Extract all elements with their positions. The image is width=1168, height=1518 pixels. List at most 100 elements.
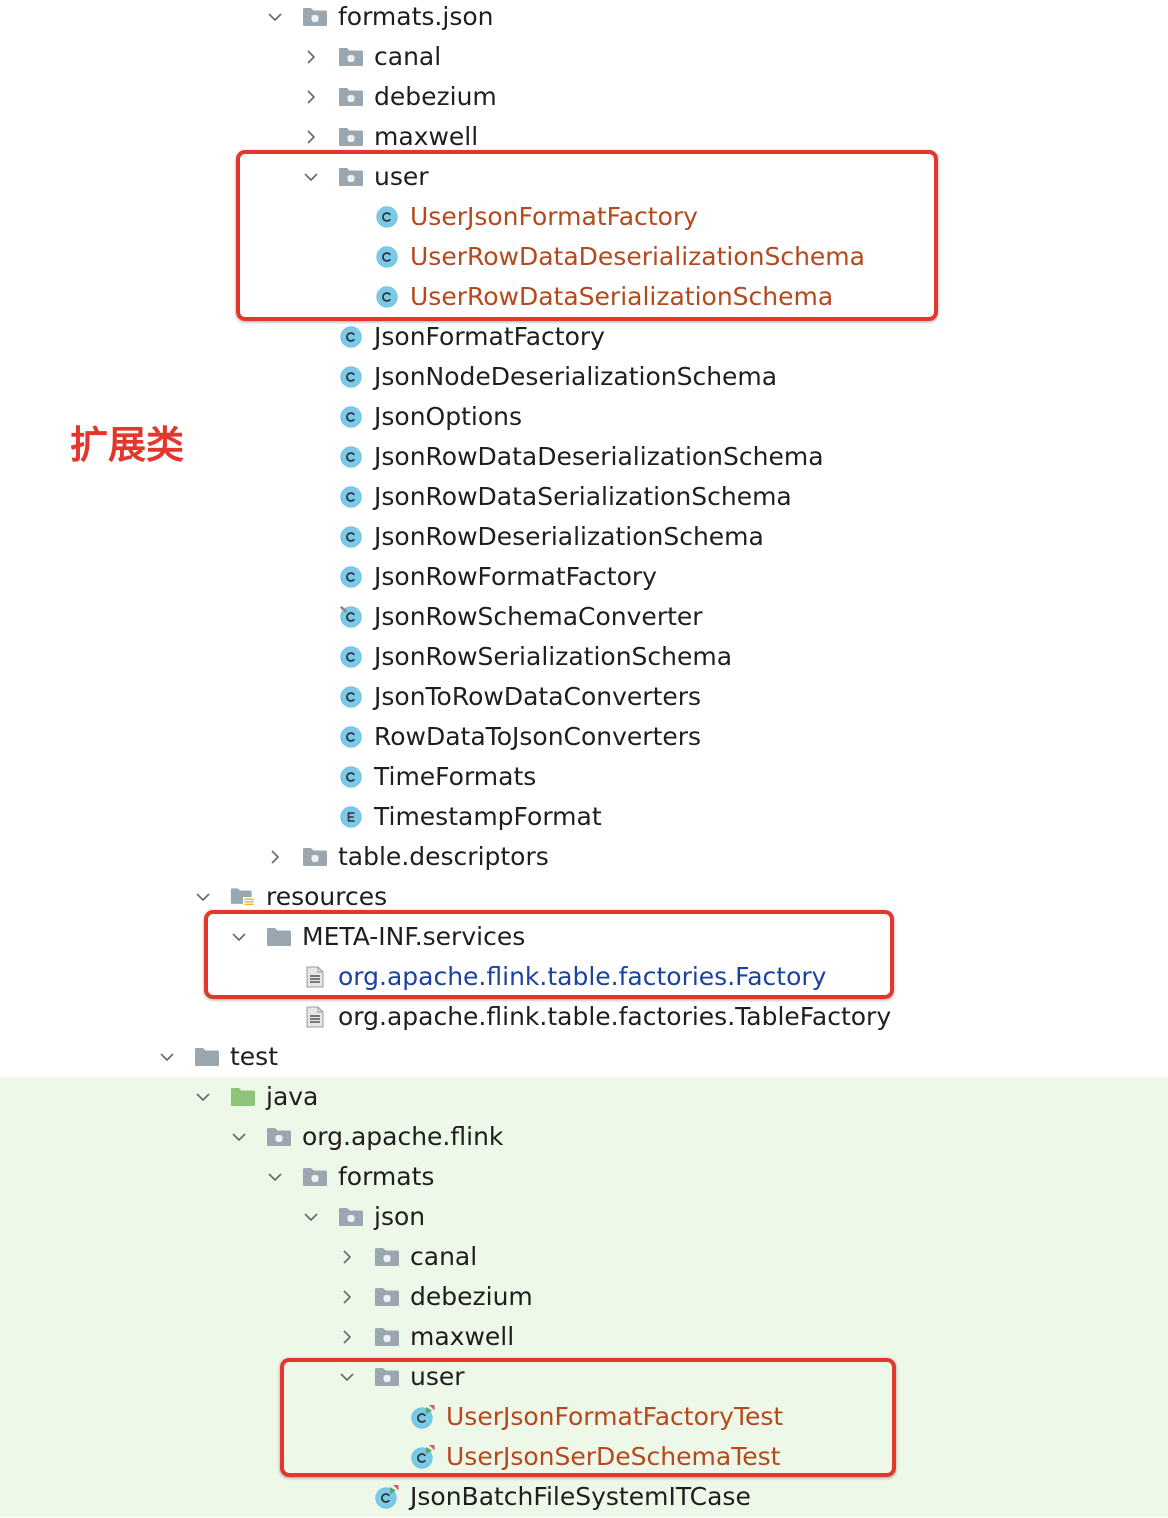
tree-item-label: JsonRowSchemaConverter [374, 602, 703, 631]
tree-item-label: TimestampFormat [374, 802, 602, 831]
annotation-label: 扩展类 [70, 423, 185, 467]
chevron-down-icon[interactable] [196, 1090, 210, 1104]
tree-row[interactable]: UserJsonFormatFactoryTest [0, 1397, 1168, 1437]
chevron-right-icon[interactable] [268, 850, 282, 864]
chevron-right-icon[interactable] [340, 1250, 354, 1264]
tree-item-label: user [410, 1362, 465, 1391]
tree-item-label: UserRowDataDeserializationSchema [410, 242, 865, 271]
package-folder-icon [374, 1317, 400, 1357]
tree-row[interactable]: java [0, 1077, 1168, 1117]
class-icon [338, 477, 364, 517]
package-folder-icon [374, 1277, 400, 1317]
package-folder-icon [338, 77, 364, 117]
tree-item-label: canal [410, 1242, 478, 1271]
tree-row[interactable]: test [0, 1037, 1168, 1077]
chevron-right-icon[interactable] [340, 1290, 354, 1304]
tree-row[interactable]: formats [0, 1157, 1168, 1197]
tree-item-label: JsonOptions [374, 402, 522, 431]
tree-item-label: json [374, 1202, 426, 1231]
tree-row[interactable]: TimeFormats [0, 757, 1168, 797]
tree-row[interactable]: UserRowDataDeserializationSchema [0, 237, 1168, 277]
source-folder-icon [230, 1077, 256, 1117]
tree-row[interactable]: maxwell [0, 1317, 1168, 1357]
chevron-right-icon[interactable] [304, 50, 318, 64]
tree-item-label: UserJsonFormatFactory [410, 202, 698, 231]
tree-row[interactable]: json [0, 1197, 1168, 1237]
chevron-down-icon[interactable] [268, 10, 282, 24]
chevron-down-icon[interactable] [160, 1050, 174, 1064]
tree-item-label: JsonRowDeserializationSchema [374, 522, 764, 551]
tree-row[interactable]: JsonNodeDeserializationSchema [0, 357, 1168, 397]
class-icon [338, 637, 364, 677]
chevron-right-icon[interactable] [340, 1330, 354, 1344]
project-tree-panel: formats.json canal debezium maxwell user User… [0, 0, 1168, 1518]
text-file-icon [302, 957, 328, 997]
chevron-down-icon[interactable] [232, 1130, 246, 1144]
tree-item-label: JsonToRowDataConverters [374, 682, 702, 711]
chevron-down-icon[interactable] [340, 1370, 354, 1384]
tree-row[interactable]: UserRowDataSerializationSchema [0, 277, 1168, 317]
package-folder-icon [374, 1357, 400, 1397]
resources-folder-icon [230, 877, 256, 917]
tree-item-label: JsonRowDataDeserializationSchema [374, 442, 824, 471]
tree-row[interactable]: canal [0, 37, 1168, 77]
chevron-right-icon[interactable] [304, 90, 318, 104]
class-icon [338, 437, 364, 477]
tree-row[interactable]: UserJsonSerDeSchemaTest [0, 1437, 1168, 1477]
text-file-icon [302, 997, 328, 1037]
tree-row[interactable]: TimestampFormat [0, 797, 1168, 837]
tree-row[interactable]: org.apache.flink.table.factories.TableFa… [0, 997, 1168, 1037]
class-marked-icon [338, 597, 364, 637]
package-folder-icon [374, 1237, 400, 1277]
tree-item-label: org.apache.flink.table.factories.Factory [338, 962, 827, 991]
tree-row[interactable]: META-INF.services [0, 917, 1168, 957]
tree-row[interactable]: table.descriptors [0, 837, 1168, 877]
chevron-down-icon[interactable] [304, 1210, 318, 1224]
class-icon [374, 197, 400, 237]
enum-icon [338, 797, 364, 837]
tree-item-label: resources [266, 882, 388, 911]
tree-row[interactable]: debezium [0, 77, 1168, 117]
tree-row[interactable]: JsonRowFormatFactory [0, 557, 1168, 597]
test-class-icon [374, 1477, 400, 1517]
tree-row[interactable]: JsonRowSchemaConverter [0, 597, 1168, 637]
tree-item-label: table.descriptors [338, 842, 549, 871]
tree-row[interactable]: canal [0, 1237, 1168, 1277]
chevron-down-icon[interactable] [304, 170, 318, 184]
class-icon [374, 237, 400, 277]
class-icon [338, 757, 364, 797]
tree-row[interactable]: user [0, 157, 1168, 197]
tree-item-label: java [266, 1082, 319, 1111]
folder-icon [194, 1037, 220, 1077]
package-folder-icon [302, 837, 328, 877]
tree-row[interactable]: debezium [0, 1277, 1168, 1317]
class-icon [374, 277, 400, 317]
package-folder-icon [266, 1117, 292, 1157]
tree-row[interactable]: JsonBatchFileSystemITCase [0, 1477, 1168, 1517]
chevron-down-icon[interactable] [268, 1170, 282, 1184]
tree-row[interactable]: JsonRowSerializationSchema [0, 637, 1168, 677]
class-icon [338, 557, 364, 597]
tree-row[interactable]: JsonToRowDataConverters [0, 677, 1168, 717]
tree-row[interactable]: user [0, 1357, 1168, 1397]
tree-item-label: JsonRowSerializationSchema [374, 642, 733, 671]
tree-item-label: JsonBatchFileSystemITCase [410, 1482, 751, 1511]
chevron-right-icon[interactable] [304, 130, 318, 144]
class-icon [338, 317, 364, 357]
tree-row[interactable]: JsonRowDeserializationSchema [0, 517, 1168, 557]
tree-row[interactable]: RowDataToJsonConverters [0, 717, 1168, 757]
tree-row[interactable]: maxwell [0, 117, 1168, 157]
tree-row[interactable]: JsonFormatFactory [0, 317, 1168, 357]
tree-item-label: UserJsonSerDeSchemaTest [446, 1442, 781, 1471]
tree-item-label: formats.json [338, 2, 494, 31]
package-folder-icon [302, 0, 328, 37]
tree-row[interactable]: JsonRowDataSerializationSchema [0, 477, 1168, 517]
tree-row[interactable]: resources [0, 877, 1168, 917]
tree-row[interactable]: UserJsonFormatFactory [0, 197, 1168, 237]
tree-row[interactable]: formats.json [0, 0, 1168, 37]
package-folder-icon [338, 37, 364, 77]
chevron-down-icon[interactable] [232, 930, 246, 944]
tree-row[interactable]: org.apache.flink.table.factories.Factory [0, 957, 1168, 997]
tree-row[interactable]: org.apache.flink [0, 1117, 1168, 1157]
chevron-down-icon[interactable] [196, 890, 210, 904]
